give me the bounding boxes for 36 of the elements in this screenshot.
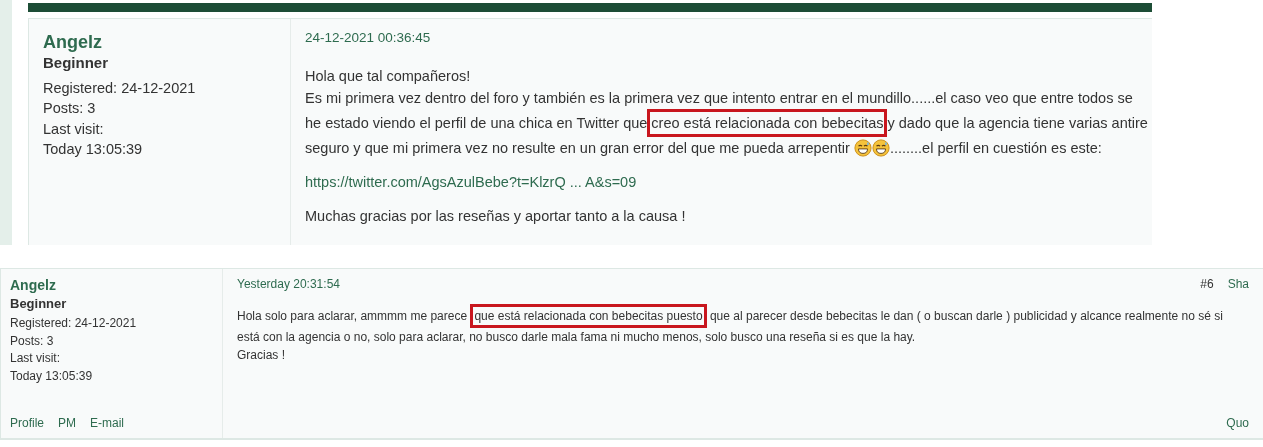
user-detail: Today 13:05:39 bbox=[10, 367, 94, 385]
post-text: está con la agencia o no, solo para aclarar, no busco darle mala fama ni mucho menos, solo busco una reseña si es que la hay. bbox=[237, 329, 916, 346]
smiley-icon bbox=[871, 139, 890, 157]
username-link[interactable]: Angelz bbox=[43, 31, 276, 53]
post-text: Hola que tal compañeros! bbox=[305, 67, 471, 86]
highlighted-phrase: que está relacionada con bebecitas puesto bbox=[470, 304, 707, 328]
post-text: ........el perfil en cuestión es este: bbox=[889, 139, 1102, 158]
post-text: seguro y que mi primera vez no resulte en un gran error del que me pueda arrepentir bbox=[305, 139, 851, 158]
profile-link[interactable]: PM bbox=[58, 414, 76, 432]
profile-link[interactable]: Profile bbox=[10, 414, 44, 432]
post-text: Es mi primera vez dentro del foro y también es la primera vez que intento entrar en el mundillo......el caso veo que entre todos se bbox=[305, 89, 1133, 108]
post-text: he estado viendo el perfil de una chica en Twitter que bbox=[305, 114, 648, 133]
smiley-icon bbox=[853, 139, 872, 157]
user-detail: Today 13:05:39 bbox=[43, 140, 144, 159]
highlighted-phrase: creo está relacionada con bebecitas bbox=[647, 109, 888, 137]
profile-link[interactable]: E-mail bbox=[90, 414, 125, 432]
username-link[interactable]: Angelz bbox=[10, 277, 213, 295]
user-detail: Posts: 3 bbox=[10, 332, 55, 350]
post-text: Muchas gracias por las reseñas y aportar tanto a la causa ! bbox=[305, 207, 686, 226]
post-link[interactable]: https://twitter.com/AgsAzulBebe?t=KlzrQ ... A&s=09 bbox=[305, 171, 637, 193]
post-text: Gracias ! bbox=[237, 347, 285, 364]
user-detail: Posts: 3 bbox=[43, 99, 97, 118]
user-detail: Registered: 24-12-2021 bbox=[43, 78, 197, 98]
post-number: #6 bbox=[1200, 276, 1214, 293]
post-text: Hola solo para aclarar, ammmm me parece bbox=[237, 308, 469, 325]
post-text: y dado que la agencia tiene varias antire bbox=[887, 114, 1148, 133]
user-detail: Last visit: bbox=[43, 119, 105, 139]
user-detail: Registered: 24-12-2021 bbox=[10, 315, 138, 332]
user-detail: Last visit: bbox=[10, 350, 61, 367]
post-date-link[interactable]: Yesterday 20:31:54 bbox=[237, 275, 340, 293]
user-rank: Beginner bbox=[43, 53, 109, 73]
post-text: que al parecer desde bebecitas le dan ( o buscan darle ) publicidad y alcance realmente no sé si bbox=[708, 308, 1223, 325]
user-rank: Beginner bbox=[10, 294, 68, 312]
post-date-link[interactable]: 24-12-2021 00:36:45 bbox=[305, 27, 431, 49]
post-action-link[interactable]: Quo bbox=[1226, 414, 1249, 432]
post-action-link[interactable]: Sha bbox=[1227, 275, 1249, 293]
